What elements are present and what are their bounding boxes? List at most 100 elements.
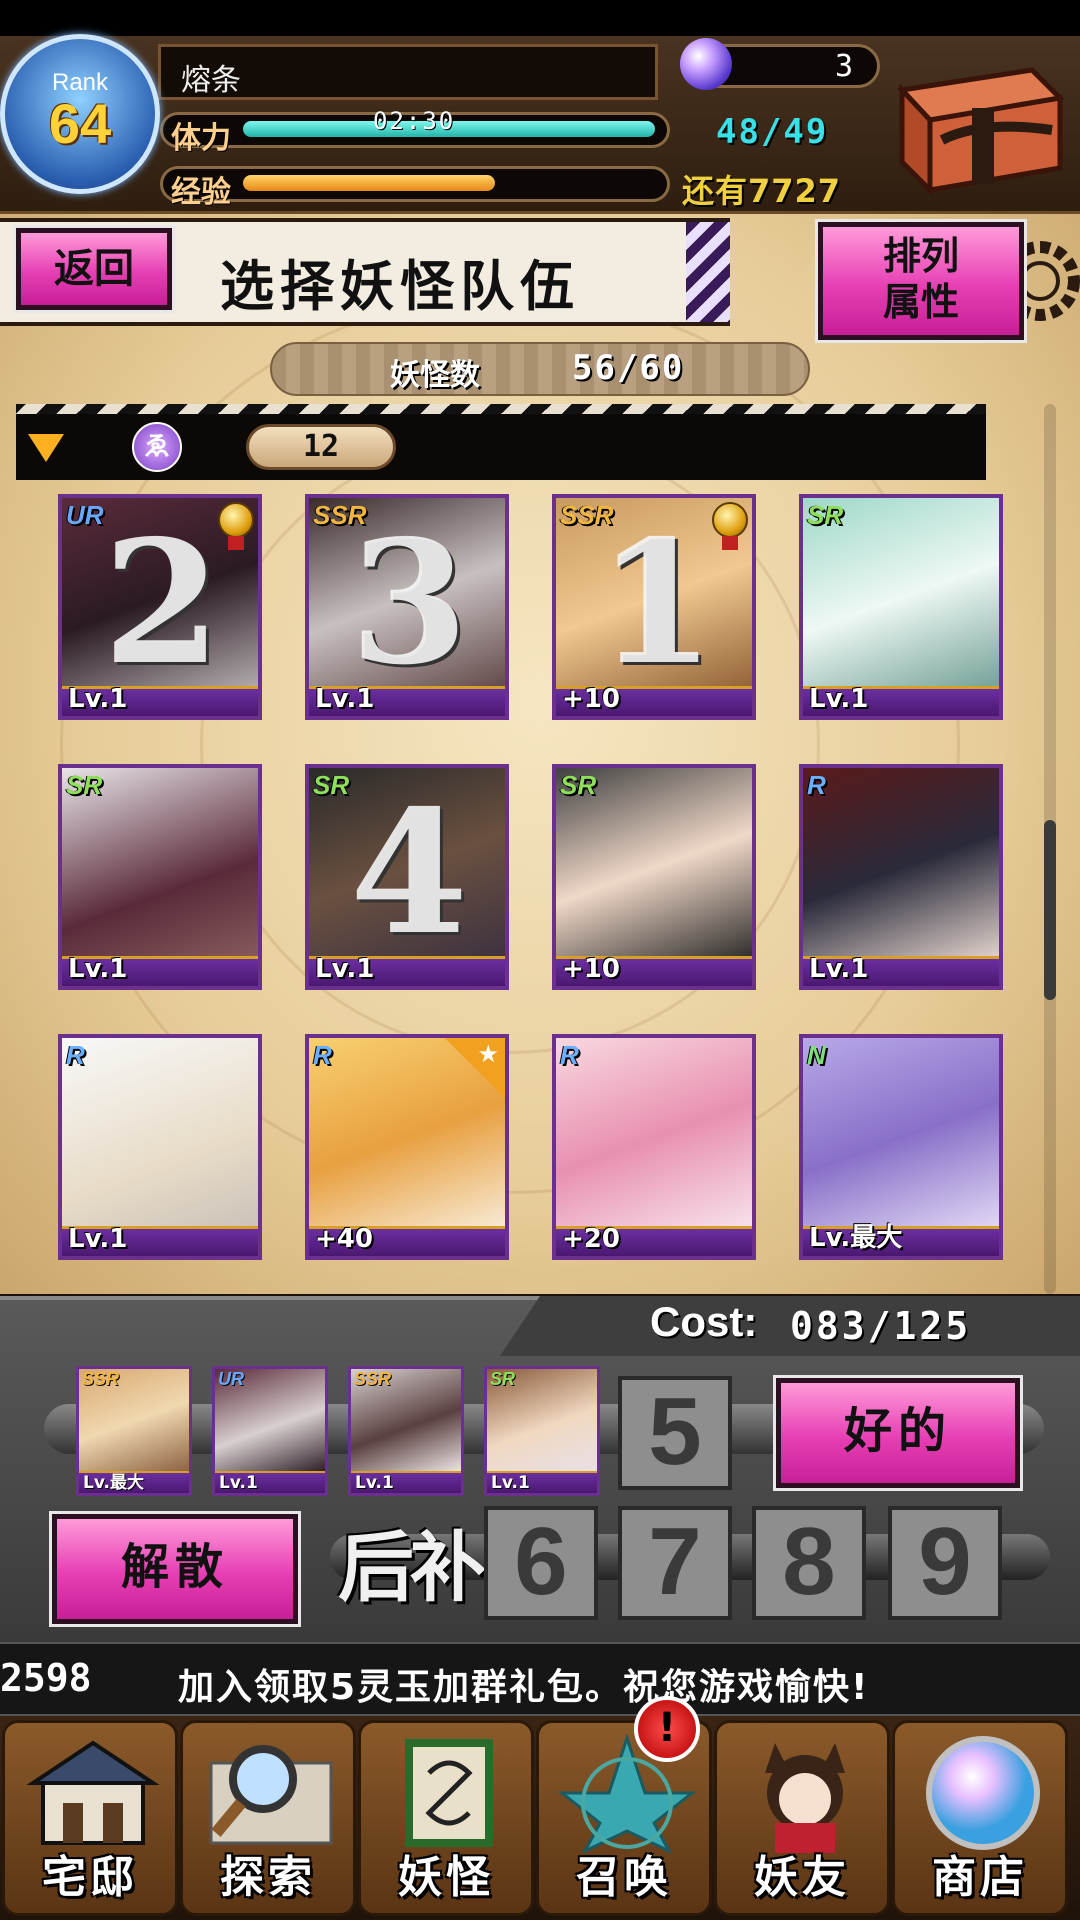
team-position-number: 1 (596, 503, 716, 703)
favorite-star-icon: ★ (445, 1038, 505, 1098)
nav-label: 探索 (220, 1852, 316, 1903)
group-count: 12 (246, 424, 396, 470)
sort-attribute-button[interactable]: 排列 属性 (815, 219, 1027, 343)
bench-slot[interactable]: 8 (752, 1506, 866, 1620)
rarity-badge: N (807, 1040, 826, 1070)
nav-item-2[interactable]: 妖怪 (358, 1720, 534, 1916)
team-position-number: 3 (349, 503, 469, 703)
rank-badge[interactable]: Rank 64 (0, 34, 160, 194)
rarity-badge: SR (66, 770, 103, 800)
team-member-level: Lv.最大 (83, 1473, 144, 1493)
monster-card[interactable]: SSR 1 +10 (552, 494, 756, 720)
nav-item-4[interactable]: 妖友 (714, 1720, 890, 1916)
exp-bar: 经验 (160, 166, 670, 210)
card-level: +10 (562, 954, 620, 984)
monster-card[interactable]: SR 4 Lv.1 (305, 764, 509, 990)
sort-label: 排列 (882, 233, 959, 278)
rarity-badge: SSR (354, 1369, 392, 1389)
confirm-button[interactable]: 好的 (773, 1375, 1023, 1491)
bench-slot[interactable]: 9 (888, 1506, 1002, 1620)
monster-card[interactable]: UR 2 Lv.1 (58, 494, 262, 720)
rarity-badge: R (313, 1040, 332, 1070)
stamina-value: 48/49 (716, 112, 829, 152)
monster-portrait (803, 1038, 999, 1238)
rarity-badge: SR (807, 500, 844, 530)
team-member-card[interactable]: SSR Lv.1 (348, 1366, 464, 1496)
rarity-badge: UR (218, 1369, 244, 1389)
player-name: 熔条 (181, 63, 241, 98)
monster-card[interactable]: R Lv.1 (58, 1034, 262, 1260)
disband-button[interactable]: 解散 (49, 1511, 301, 1627)
news-ticker: 2598 加入领取5灵玉加群礼包。祝您游戏愉快! (0, 1642, 1080, 1716)
card-level: Lv.1 (68, 954, 128, 984)
team-member-card[interactable]: SR Lv.1 (484, 1366, 600, 1496)
nav-item-5[interactable]: 商店 (892, 1720, 1068, 1916)
team-member-level: Lv.1 (219, 1473, 258, 1493)
rarity-badge: R (560, 1040, 579, 1070)
card-level: Lv.1 (315, 684, 375, 714)
bench-slot[interactable]: 7 (618, 1506, 732, 1620)
monster-card[interactable]: N Lv.最大 (799, 1034, 1003, 1260)
card-level: Lv.1 (68, 684, 128, 714)
monster-count-label: 妖怪数 (390, 358, 480, 393)
nav-item-1[interactable]: 探索 (180, 1720, 356, 1916)
monster-card[interactable]: SR Lv.1 (58, 764, 262, 990)
title-decoration (686, 222, 730, 322)
stamina-label: 体力 (171, 121, 231, 156)
mansion-icon (26, 1740, 160, 1845)
cost-tab: Cost: 083/125 (500, 1296, 1080, 1356)
team-position-number: 4 (349, 773, 469, 973)
rarity-badge: SR (313, 770, 350, 800)
monster-card[interactable]: R Lv.1 (799, 764, 1003, 990)
crystal-orb-icon (926, 1736, 1040, 1850)
exp-label: 经验 (171, 175, 231, 210)
rarity-badge: SSR (82, 1369, 120, 1389)
treasure-chest-icon[interactable] (882, 50, 1068, 200)
nav-label: 召唤 (576, 1852, 672, 1903)
monster-card[interactable]: SR Lv.1 (799, 494, 1003, 720)
nav-label: 妖友 (754, 1852, 850, 1903)
back-button[interactable]: 返回 (13, 225, 175, 313)
gem-count: 3 (834, 49, 853, 84)
scrollbar-thumb[interactable] (1044, 820, 1056, 1000)
catgirl-friend-icon (765, 1743, 845, 1853)
team-member-card[interactable]: UR Lv.1 (212, 1366, 328, 1496)
scroll-icon (405, 1739, 493, 1847)
monster-card[interactable]: SSR 3 Lv.1 (305, 494, 509, 720)
gem-orb-icon (680, 38, 732, 90)
monster-portrait (803, 768, 999, 968)
star-glyph: ★ (477, 1040, 499, 1068)
monster-count: 妖怪数 56/60 (270, 342, 810, 396)
ticker-message: 加入领取5灵玉加群礼包。祝您游戏愉快! (178, 1667, 870, 1708)
team-slot-5[interactable]: 5 (618, 1376, 732, 1490)
monster-card[interactable]: ★ R +40 (305, 1034, 509, 1260)
nav-item-0[interactable]: 宅邸 (2, 1720, 178, 1916)
exp-remaining: 还有7727 (682, 172, 842, 210)
card-level: +10 (562, 684, 620, 714)
stamina-timer: 02:30 (373, 107, 456, 135)
bench-slot[interactable]: 6 (484, 1506, 598, 1620)
rarity-badge: R (66, 1040, 85, 1070)
collapse-arrow-icon[interactable] (28, 434, 64, 462)
team-member-level: Lv.1 (355, 1473, 394, 1493)
card-level: Lv.1 (809, 954, 869, 984)
bench-label: 后补 (338, 1523, 486, 1612)
group-header[interactable]: ゑ 12 (16, 404, 986, 480)
medal-icon (712, 502, 748, 550)
magnifier-map-icon (209, 1745, 333, 1845)
cost-label: Cost: (650, 1298, 758, 1345)
team-member-card[interactable]: SSR Lv.最大 (76, 1366, 192, 1496)
notification-badge: ! (634, 1696, 700, 1762)
monster-card[interactable]: R +20 (552, 1034, 756, 1260)
monster-card[interactable]: SR +10 (552, 764, 756, 990)
stamina-bar: 体力 02:30 (160, 107, 670, 156)
monster-count-value: 56/60 (572, 348, 685, 388)
card-level: Lv.1 (809, 684, 869, 714)
rarity-badge: SR (490, 1369, 516, 1389)
rarity-badge: SR (560, 770, 597, 800)
rank-value: 64 (48, 92, 112, 155)
cost-value: 083/125 (790, 1304, 972, 1348)
sort-mode-label: 属性 (882, 279, 959, 324)
exp-fill (243, 175, 495, 191)
card-level: Lv.1 (315, 954, 375, 984)
